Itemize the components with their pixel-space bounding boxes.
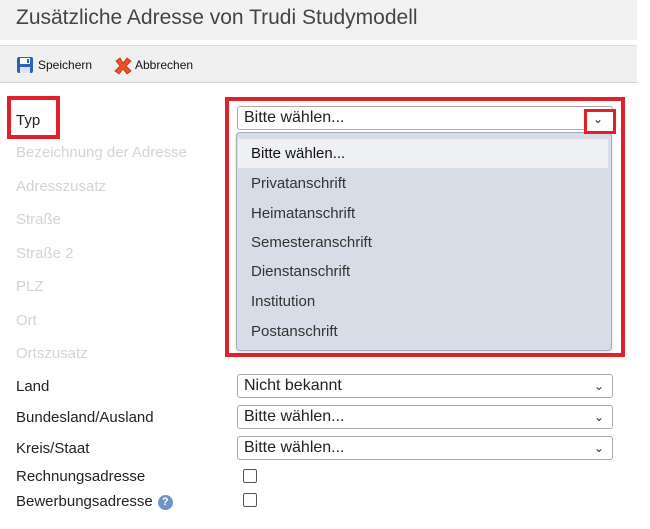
floppy-disk-icon — [16, 56, 34, 74]
red-x-icon — [113, 56, 132, 75]
dropdown-option-dienstanschrift[interactable]: Dienstanschrift — [238, 257, 608, 286]
land-select[interactable]: Nicht bekannt ⌄ — [237, 374, 613, 398]
bundesland-select-value: Bitte wählen... — [244, 408, 345, 425]
dropdown-option-bitte-waehlen[interactable]: Bitte wählen... — [238, 139, 608, 168]
bewerbungsadresse-label-text: Bewerbungsadresse — [16, 493, 153, 510]
label-ort: Ort — [16, 312, 37, 329]
chevron-down-icon: ⌄ — [593, 441, 604, 455]
kreis-label: Kreis/Staat — [16, 440, 90, 457]
typ-label: Typ — [16, 112, 41, 129]
chevron-down-icon: ⌄ — [593, 379, 604, 393]
dropdown-option-privatanschrift[interactable]: Privatanschrift — [238, 169, 608, 198]
rechnungsadresse-checkbox[interactable] — [243, 469, 257, 483]
label-bezeichnung: Bezeichnung der Adresse — [16, 144, 187, 161]
label-adresszusatz: Adresszusatz — [16, 178, 107, 195]
bewerbungsadresse-label: Bewerbungsadresse? — [16, 493, 173, 510]
kreis-select-value: Bitte wählen... — [244, 439, 345, 456]
cancel-button[interactable]: Abbrechen — [113, 55, 193, 75]
page-title: Zusätzliche Adresse von Trudi Studymodel… — [16, 6, 418, 29]
land-select-value: Nicht bekannt — [244, 377, 342, 394]
label-strasse: Straße — [16, 211, 62, 228]
dropdown-option-postanschrift[interactable]: Postanschrift — [238, 317, 608, 346]
typ-select-value: Bitte wählen... — [244, 109, 345, 126]
chevron-down-icon: ⌄ — [593, 410, 604, 424]
bundesland-select[interactable]: Bitte wählen... ⌄ — [237, 405, 613, 429]
rechnungsadresse-label: Rechnungsadresse — [16, 468, 146, 485]
bewerbungsadresse-checkbox[interactable] — [243, 493, 257, 507]
bundesland-label: Bundesland/Ausland — [16, 409, 154, 426]
toolbar: Speichern Abbrechen — [0, 45, 637, 83]
dropdown-option-heimatanschrift[interactable]: Heimatanschrift — [238, 199, 608, 228]
typ-select[interactable]: Bitte wählen... — [237, 106, 613, 130]
typ-dropdown-list: Bitte wählen... Privatanschrift Heimatan… — [236, 132, 612, 351]
label-strasse-2: Straße 2 — [16, 245, 74, 262]
page-header: Zusätzliche Adresse von Trudi Studymodel… — [0, 0, 637, 40]
label-plz: PLZ — [16, 278, 44, 295]
land-label: Land — [16, 378, 50, 395]
label-ortszusatz: Ortszusatz — [16, 345, 88, 362]
dropdown-option-institution[interactable]: Institution — [238, 287, 608, 316]
question-mark-icon[interactable]: ? — [157, 495, 173, 510]
dropdown-option-semesteranschrift[interactable]: Semesteranschrift — [238, 228, 608, 257]
kreis-select[interactable]: Bitte wählen... ⌄ — [237, 436, 613, 460]
save-button-label: Speichern — [38, 58, 93, 72]
cancel-button-label: Abbrechen — [135, 58, 194, 72]
save-button[interactable]: Speichern — [16, 55, 92, 75]
